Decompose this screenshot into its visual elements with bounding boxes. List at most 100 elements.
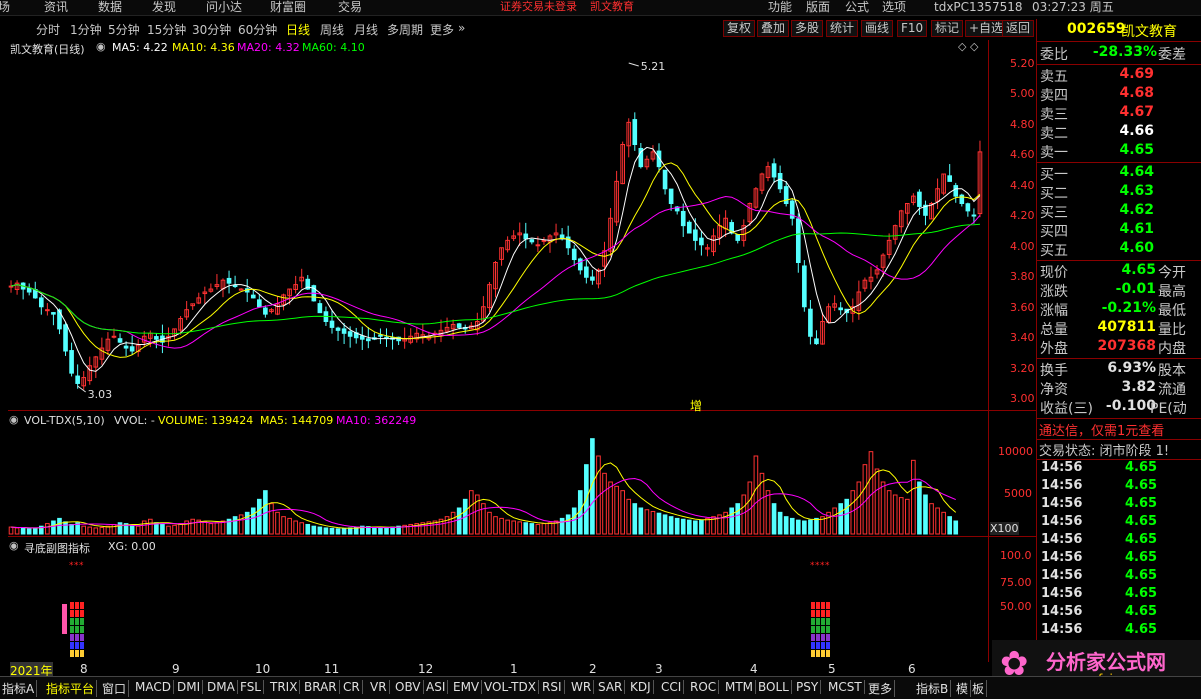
bottom-tab[interactable]: RSI (540, 680, 565, 694)
bottom-tab[interactable]: CR (341, 680, 363, 694)
promo-row[interactable]: 通达信，仅需1元查看 (1037, 420, 1201, 439)
stats-button[interactable]: 统计 (826, 20, 859, 37)
settings-circle-icon[interactable]: ◉ (96, 40, 106, 53)
period-tab-active[interactable]: 日线 (286, 21, 310, 38)
indicator-bar-segment (80, 626, 84, 633)
bottom-tab[interactable]: BOLL (756, 680, 792, 694)
bottom-tab[interactable]: FSL (238, 680, 264, 694)
bottom-tab[interactable]: 指标平台 (44, 680, 98, 697)
bottom-tab[interactable]: VR (368, 680, 390, 694)
bottom-tab[interactable]: WR (569, 680, 595, 694)
bottom-tab[interactable]: VOL-TDX (482, 680, 539, 694)
stat-row: 外盘 207368 内盘 (1037, 338, 1201, 357)
menu-item[interactable]: 选项 (882, 0, 906, 14)
period-tab[interactable]: 周线 (320, 21, 344, 38)
bid-label: 买三 (1040, 205, 1068, 221)
more-arrow-icon[interactable]: » (458, 21, 465, 35)
stat-label: 涨跌 (1040, 284, 1068, 300)
bottom-tab[interactable]: BRAR (302, 680, 340, 694)
tick-price: 4.65 (1125, 460, 1158, 475)
bottom-tab[interactable]: ROC (688, 680, 720, 694)
ask-row[interactable]: 卖五 4.69 (1037, 66, 1201, 85)
menu-item[interactable]: 场 (0, 0, 10, 14)
indicator-bar-segment (80, 602, 84, 609)
diamond-icon[interactable]: ◇ ◇ (958, 40, 978, 53)
bid-row[interactable]: 买四 4.61 (1037, 221, 1201, 240)
period-tab[interactable]: 30分钟 (192, 21, 231, 38)
draw-line-button[interactable]: 画线 (861, 20, 894, 37)
menu-item[interactable]: 公式 (845, 0, 869, 14)
bottom-tab[interactable]: CCI (659, 680, 685, 694)
menu-item[interactable]: 交易 (338, 0, 362, 14)
ask-row[interactable]: 卖四 4.68 (1037, 85, 1201, 104)
period-tab[interactable]: 多周期 (387, 21, 423, 38)
bottom-tab[interactable]: KDJ (628, 680, 654, 694)
period-tab[interactable]: 5分钟 (108, 21, 140, 38)
menu-item[interactable]: 发现 (152, 0, 176, 14)
period-tab[interactable]: 分时 (36, 21, 60, 38)
candle-body (123, 345, 129, 349)
period-tab[interactable]: 1分钟 (70, 21, 102, 38)
ask-row[interactable]: 卖三 4.67 (1037, 104, 1201, 123)
multi-stock-button[interactable]: 多股 (791, 20, 824, 37)
bottom-tab[interactable]: MTM (723, 680, 757, 694)
f10-button[interactable]: F10 (897, 20, 928, 37)
indicator-bar-segment (811, 626, 815, 633)
bottom-tab[interactable]: 窗口 (100, 680, 130, 697)
weicha-label: 委差 (1158, 47, 1186, 63)
bottom-tab[interactable]: ASI (424, 680, 449, 694)
stat-row: 涨幅 -0.21% 最低 (1037, 300, 1201, 319)
bottom-tab[interactable]: PSY (794, 680, 822, 694)
bottom-tab[interactable]: SAR (596, 680, 626, 694)
bottom-tab[interactable]: 指标A (0, 680, 38, 697)
fuquan-button[interactable]: 复权 (723, 20, 756, 37)
login-notice[interactable]: 证券交易未登录 (500, 0, 577, 14)
period-tab[interactable]: 更多 (430, 21, 454, 38)
kline-chart[interactable]: 5.213.03增* * * * * * * (8, 56, 988, 662)
back-button[interactable]: 返回 (1002, 20, 1035, 37)
bid-row[interactable]: 买三 4.62 (1037, 202, 1201, 221)
indicator-bar-segment (62, 604, 67, 634)
volume-bar (771, 503, 777, 535)
tick-time: 14:56 (1041, 586, 1083, 601)
bid-row[interactable]: 买二 4.63 (1037, 183, 1201, 202)
bottom-tab[interactable]: MCST (826, 680, 865, 694)
period-tab[interactable]: 月线 (354, 21, 378, 38)
add-watchlist-button[interactable]: +自选 (965, 20, 1008, 37)
bid-row[interactable]: 买一 4.64 (1037, 164, 1201, 183)
volume-bar (269, 503, 274, 535)
high-price-label: 5.21 (641, 60, 666, 73)
bottom-tab[interactable]: DMA (205, 680, 238, 694)
menu-item[interactable]: 问小达 (206, 0, 242, 14)
bottom-tab[interactable]: 更多 (866, 680, 896, 697)
promo-text[interactable]: 通达信，仅需1元查看 (1039, 420, 1164, 439)
overlay-button[interactable]: 叠加 (757, 20, 790, 37)
period-tab[interactable]: 60分钟 (238, 21, 277, 38)
volume-bar (850, 490, 856, 535)
ask-row[interactable]: 卖二 4.66 (1037, 123, 1201, 142)
bottom-tab[interactable]: OBV (393, 680, 424, 694)
ask-row[interactable]: 卖一 4.65 (1037, 142, 1201, 161)
menu-item[interactable]: 财富圈 (270, 0, 306, 14)
bottom-tab[interactable]: MACD (133, 680, 174, 694)
bid-row[interactable]: 买五 4.60 (1037, 240, 1201, 259)
bottom-tab[interactable]: 板 (970, 680, 988, 697)
volume-bar (517, 521, 523, 535)
mark-button[interactable]: 标记 (931, 20, 964, 37)
menu-item[interactable]: 功能 (768, 0, 792, 14)
bottom-tab[interactable]: 指标B (914, 680, 952, 697)
tick-price: 4.65 (1125, 604, 1158, 619)
candle-body (63, 324, 68, 352)
bottom-tab[interactable]: EMV (451, 680, 483, 694)
bottom-tab[interactable]: DMI (175, 680, 204, 694)
bottom-tab[interactable]: TRIX (268, 680, 301, 694)
menu-item[interactable]: 版面 (806, 0, 830, 14)
volume-bar (32, 527, 38, 535)
volume-unit: X100 (990, 522, 1019, 535)
period-tab[interactable]: 15分钟 (147, 21, 186, 38)
menu-item[interactable]: 资讯 (44, 0, 68, 14)
menu-item[interactable]: 数据 (98, 0, 122, 14)
bottom-tab[interactable]: 模 (954, 680, 972, 697)
candle-body (250, 294, 256, 299)
volume-bar (680, 518, 686, 535)
